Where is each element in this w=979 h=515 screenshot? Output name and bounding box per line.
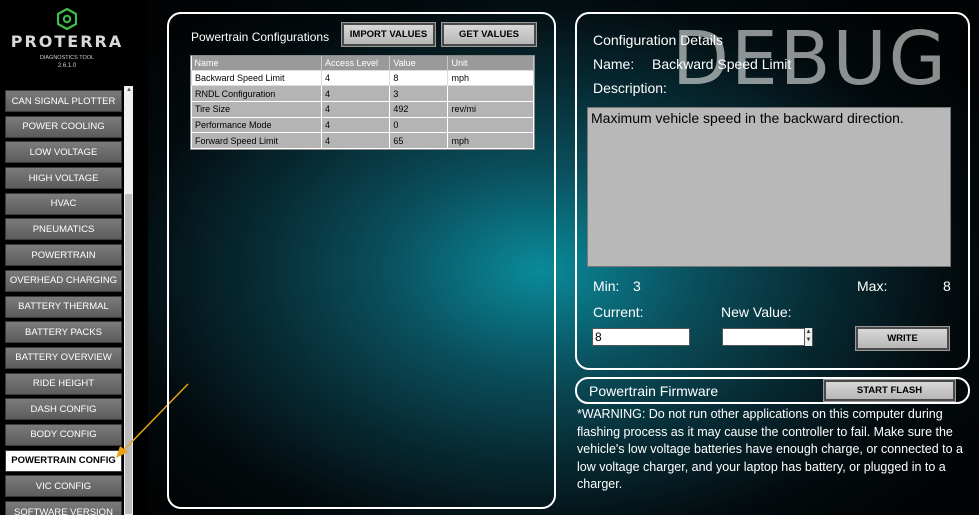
configuration-details-panel: DEBUG Configuration Details Name: Backwa… xyxy=(575,12,970,370)
sidebar-item-software-version[interactable]: SOFTWARE VERSION xyxy=(5,501,122,515)
logo: PROTERRA DIAGNOSTICS TOOL 2.6.1.0 xyxy=(0,0,134,80)
cell-name: Performance Mode xyxy=(191,116,322,134)
cell-value: 492 xyxy=(389,100,449,118)
cell-value: 3 xyxy=(389,85,449,102)
max-label: Max: xyxy=(857,278,888,294)
new-value-stepper[interactable]: ▲ ▼ xyxy=(804,328,812,346)
table-row[interactable]: Tire Size 4 492 rev/mi xyxy=(191,100,534,118)
sidebar-nav: CAN SIGNAL PLOTTER POWER COOLING LOW VOL… xyxy=(5,90,122,515)
flash-warning-text: *WARNING: Do not run other applications … xyxy=(577,407,963,491)
sidebar-item-power-cooling[interactable]: POWER COOLING xyxy=(5,115,122,138)
table-row[interactable]: Performance Mode 4 0 xyxy=(191,116,534,134)
brand-name: PROTERRA xyxy=(10,32,124,51)
version-label: 2.6.1.0 xyxy=(57,63,77,69)
sidebar-item-high-voltage[interactable]: HIGH VOLTAGE xyxy=(5,167,122,190)
cell-name: RNDL Configuration xyxy=(191,85,322,102)
tool-name: DIAGNOSTICS TOOL xyxy=(39,55,95,61)
name-value: Backward Speed Limit xyxy=(652,56,792,72)
cell-value: 0 xyxy=(389,116,449,134)
get-values-button[interactable]: GET VALUES xyxy=(441,22,537,47)
cell-access-level: 4 xyxy=(320,100,391,118)
table-row[interactable]: Forward Speed Limit 4 65 mph xyxy=(191,132,534,149)
cell-value: 8 xyxy=(389,69,449,87)
cell-access-level: 4 xyxy=(320,69,391,87)
chevron-down-icon[interactable]: ▼ xyxy=(805,336,812,344)
cell-name: Forward Speed Limit xyxy=(191,132,322,149)
column-header-unit[interactable]: Unit xyxy=(447,56,534,70)
new-value-label: New Value: xyxy=(721,304,792,320)
sidebar-item-battery-packs[interactable]: BATTERY PACKS xyxy=(5,321,122,344)
column-header-name[interactable]: Name xyxy=(191,56,322,70)
cell-unit: mph xyxy=(447,69,534,87)
current-value-field: 8 xyxy=(592,328,690,346)
min-label: Min: xyxy=(593,278,620,294)
import-values-button[interactable]: IMPORT VALUES xyxy=(341,22,436,47)
cell-unit: mph xyxy=(447,132,534,149)
sidebar-item-battery-thermal[interactable]: BATTERY THERMAL xyxy=(5,295,122,318)
sidebar-item-dash-config[interactable]: DASH CONFIG xyxy=(5,398,122,421)
sidebar-item-ride-height[interactable]: RIDE HEIGHT xyxy=(5,372,122,395)
max-value: 8 xyxy=(943,278,951,294)
write-button[interactable]: WRITE xyxy=(855,326,950,351)
sidebar-item-battery-overview[interactable]: BATTERY OVERVIEW xyxy=(5,346,122,369)
cell-unit xyxy=(447,85,534,102)
cell-value: 65 xyxy=(389,132,449,149)
new-value-input[interactable] xyxy=(722,328,813,346)
config-table: Name Access Level Value Unit Backward Sp… xyxy=(190,55,535,150)
description-label: Description: xyxy=(593,80,667,96)
sidebar-item-overhead-charging[interactable]: OVERHEAD CHARGING xyxy=(5,269,122,292)
column-header-value[interactable]: Value xyxy=(389,56,449,70)
cell-access-level: 4 xyxy=(320,132,391,149)
sidebar-item-powertrain-config[interactable]: POWERTRAIN CONFIG xyxy=(5,449,122,472)
cell-unit: rev/mi xyxy=(447,100,534,118)
details-header: Configuration Details xyxy=(593,32,723,48)
panel-title: Powertrain Configurations xyxy=(191,30,330,44)
proterra-logo-icon xyxy=(57,8,77,30)
firmware-title: Powertrain Firmware xyxy=(589,383,719,399)
scrollbar-thumb[interactable] xyxy=(125,194,132,514)
sidebar-item-body-config[interactable]: BODY CONFIG xyxy=(5,423,122,446)
column-header-access-level[interactable]: Access Level xyxy=(321,56,391,70)
cell-name: Tire Size xyxy=(191,100,322,118)
cell-unit xyxy=(447,116,534,134)
table-header-row: Name Access Level Value Unit xyxy=(191,56,534,70)
table-row[interactable]: RNDL Configuration 4 3 xyxy=(191,85,534,102)
cell-access-level: 4 xyxy=(320,85,391,102)
current-label: Current: xyxy=(593,304,644,320)
sidebar-item-vic-config[interactable]: VIC CONFIG xyxy=(5,475,122,498)
firmware-bar: Powertrain Firmware START FLASH xyxy=(575,377,970,404)
cell-access-level: 4 xyxy=(320,116,391,134)
min-value: 3 xyxy=(633,278,641,294)
configurations-panel: Powertrain Configurations IMPORT VALUES … xyxy=(167,12,556,509)
cell-name: Backward Speed Limit xyxy=(191,69,322,87)
sidebar-item-low-voltage[interactable]: LOW VOLTAGE xyxy=(5,141,122,164)
start-flash-button[interactable]: START FLASH xyxy=(823,379,956,402)
chevron-up-icon[interactable]: ▲ xyxy=(805,328,812,336)
sidebar-item-pneumatics[interactable]: PNEUMATICS xyxy=(5,218,122,241)
table-row[interactable]: Backward Speed Limit 4 8 mph xyxy=(191,69,534,87)
sidebar-item-powertrain[interactable]: POWERTRAIN xyxy=(5,244,122,267)
sidebar-item-hvac[interactable]: HVAC xyxy=(5,192,122,215)
scroll-up-icon[interactable]: ▲ xyxy=(126,87,132,93)
description-box: Maximum vehicle speed in the backward di… xyxy=(587,107,951,267)
sidebar-item-can-signal-plotter[interactable]: CAN SIGNAL PLOTTER xyxy=(5,90,122,112)
name-label: Name: xyxy=(593,56,635,72)
